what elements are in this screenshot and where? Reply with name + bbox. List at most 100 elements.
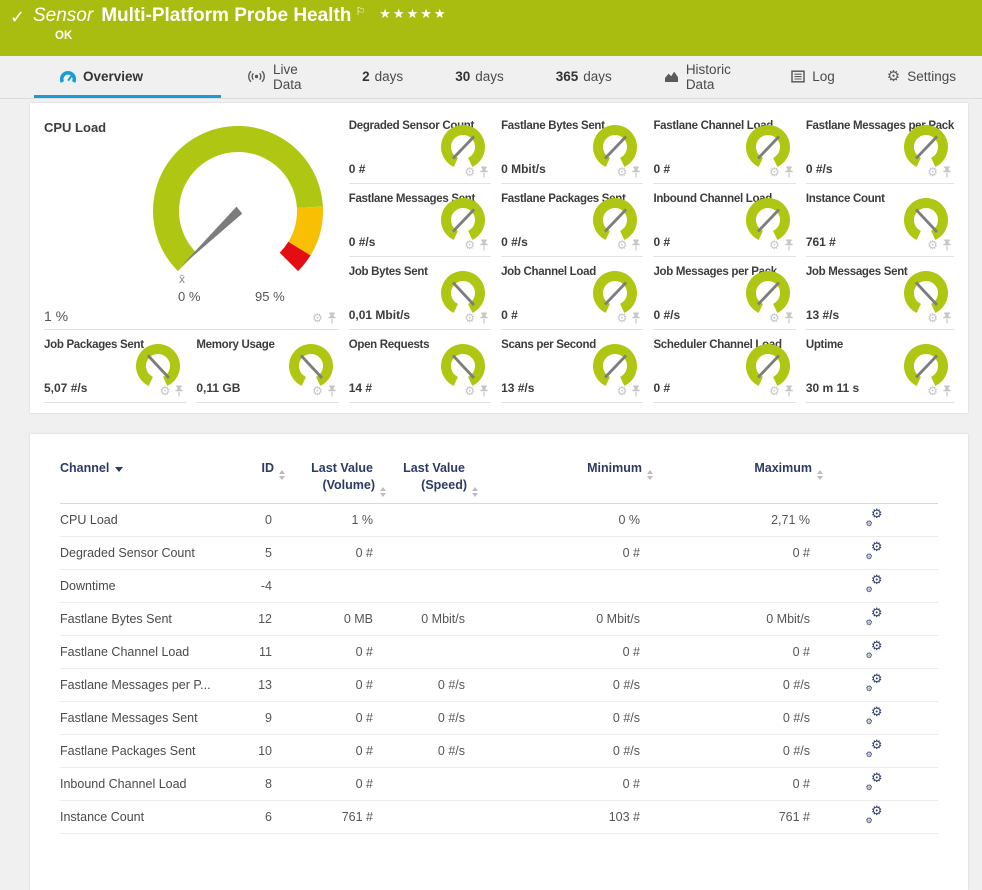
tile-pin-icon[interactable] <box>327 385 337 397</box>
tile-pin-icon[interactable] <box>942 239 952 251</box>
sort-toggle-icon[interactable] <box>380 487 386 497</box>
channel-id: 13 <box>215 668 272 701</box>
tile-settings-icon[interactable]: ⚙ <box>769 312 780 324</box>
tab-settings[interactable]: ⚙Settings <box>861 56 982 98</box>
tile-pin-icon[interactable] <box>784 239 794 251</box>
edit-channel-icon[interactable]: ⚙⚙ <box>866 577 883 592</box>
edit-channel-icon[interactable]: ⚙⚙ <box>866 610 883 625</box>
gauge-icon <box>60 70 76 83</box>
tile-pin-icon[interactable] <box>479 312 489 324</box>
edit-channel-icon[interactable]: ⚙⚙ <box>866 643 883 658</box>
tile-settings-icon[interactable]: ⚙ <box>464 385 475 397</box>
edit-channel-icon[interactable]: ⚙⚙ <box>866 511 883 526</box>
gauge-threshold-label: 95 % <box>255 289 285 304</box>
gauge-min-label: 0 % <box>178 289 200 304</box>
channel-name: Fastlane Channel Load <box>60 635 215 668</box>
gauge-tile-fastlane-bytes-sent: Fastlane Bytes Sent0 Mbit/s⚙ <box>501 111 643 184</box>
tab-2-days[interactable]: 2days <box>336 56 429 98</box>
tile-settings-icon[interactable]: ⚙ <box>769 239 780 251</box>
tab-30-days[interactable]: 30days <box>429 56 530 98</box>
tile-pin-icon[interactable] <box>479 385 489 397</box>
tile-settings-icon[interactable]: ⚙ <box>160 385 171 397</box>
tile-pin-icon[interactable] <box>479 239 489 251</box>
tile-settings-icon[interactable]: ⚙ <box>617 385 628 397</box>
tile-value: 0,01 Mbit/s <box>349 308 410 322</box>
column-header-speed[interactable]: Last Value(Speed) <box>373 440 465 503</box>
tile-pin-icon[interactable] <box>784 385 794 397</box>
edit-channel-icon[interactable]: ⚙⚙ <box>866 709 883 724</box>
edit-channel-icon[interactable]: ⚙⚙ <box>866 676 883 691</box>
tile-value: 0 #/s <box>349 235 376 249</box>
sort-toggle-icon[interactable] <box>279 470 285 480</box>
gauge-tile-scheduler-channel-load: Scheduler Channel Load0 #⚙ <box>653 330 795 403</box>
channel-id: 9 <box>215 701 272 734</box>
tile-settings-icon[interactable]: ⚙ <box>617 239 628 251</box>
maximum-value: 761 # <box>640 800 810 833</box>
tile-pin-icon[interactable] <box>631 312 641 324</box>
tile-settings-icon[interactable]: ⚙ <box>927 166 938 178</box>
minimum-value: 0 Mbit/s <box>465 602 640 635</box>
edit-channel-icon[interactable]: ⚙⚙ <box>866 775 883 790</box>
tile-settings-icon[interactable]: ⚙ <box>927 312 938 324</box>
last-value-volume: 1 % <box>272 503 373 536</box>
tile-settings-icon[interactable]: ⚙ <box>769 166 780 178</box>
tile-value: 0 # <box>653 235 670 249</box>
last-value-speed <box>373 635 465 668</box>
column-header-channel[interactable]: Channel <box>60 440 215 503</box>
column-header-id[interactable]: ID <box>215 440 272 503</box>
tile-pin-icon[interactable] <box>479 166 489 178</box>
tile-settings-icon[interactable]: ⚙ <box>927 385 938 397</box>
tile-value: 13 #/s <box>806 308 839 322</box>
sort-toggle-icon[interactable] <box>817 470 823 480</box>
column-header-max[interactable]: Maximum <box>640 440 810 503</box>
tab-365-days[interactable]: 365days <box>530 56 638 98</box>
channel-name: Instance Count <box>60 800 215 833</box>
tile-pin-icon[interactable] <box>784 166 794 178</box>
tile-pin-icon[interactable] <box>174 385 184 397</box>
sort-toggle-icon[interactable] <box>647 470 653 480</box>
last-value-volume <box>272 569 373 602</box>
tile-pin-icon[interactable] <box>942 312 952 324</box>
sort-toggle-icon[interactable] <box>472 487 478 497</box>
channel-name: Degraded Sensor Count <box>60 536 215 569</box>
tile-settings-icon[interactable]: ⚙ <box>927 239 938 251</box>
gauge-tile-job-packages-sent: Job Packages Sent5,07 #/s⚙ <box>44 330 186 403</box>
column-header-min[interactable]: Minimum <box>465 440 640 503</box>
tile-settings-icon[interactable]: ⚙ <box>464 239 475 251</box>
tile-value: 0 Mbit/s <box>501 162 546 176</box>
tile-pin-icon[interactable] <box>327 312 337 324</box>
tile-settings-icon[interactable]: ⚙ <box>769 385 780 397</box>
tile-settings-icon[interactable]: ⚙ <box>464 312 475 324</box>
gauge-red-arc <box>289 249 300 262</box>
tile-settings-icon[interactable]: ⚙ <box>464 166 475 178</box>
tile-settings-icon[interactable]: ⚙ <box>312 312 323 324</box>
tile-pin-icon[interactable] <box>631 166 641 178</box>
tile-pin-icon[interactable] <box>631 239 641 251</box>
tile-settings-icon[interactable]: ⚙ <box>617 312 628 324</box>
tab-log[interactable]: Log <box>765 56 861 98</box>
tile-pin-icon[interactable] <box>942 166 952 178</box>
maximum-value: 0 # <box>640 635 810 668</box>
edit-channel-icon[interactable]: ⚙⚙ <box>866 544 883 559</box>
tile-settings-icon[interactable]: ⚙ <box>312 385 323 397</box>
flag-icon[interactable]: ⚐ <box>355 5 365 18</box>
tab-overview[interactable]: Overview <box>34 56 221 98</box>
edit-channel-icon[interactable]: ⚙⚙ <box>866 808 883 823</box>
tile-value: 0,11 GB <box>196 381 240 395</box>
priority-stars-icon[interactable]: ★★★★★ <box>379 7 447 22</box>
mini-gauge <box>591 268 639 316</box>
tile-pin-icon[interactable] <box>631 385 641 397</box>
edit-channel-icon[interactable]: ⚙⚙ <box>866 742 883 757</box>
column-header-vol[interactable]: Last Value(Volume) <box>272 440 373 503</box>
tile-pin-icon[interactable] <box>942 385 952 397</box>
minimum-value: 103 # <box>465 800 640 833</box>
tile-value: 0 #/s <box>501 235 528 249</box>
tile-settings-icon[interactable]: ⚙ <box>617 166 628 178</box>
average-marker: x̄ <box>179 272 185 286</box>
gauge-tile-uptime: Uptime30 m 11 s⚙ <box>806 330 954 403</box>
mini-gauge <box>591 341 639 389</box>
tab-live-data[interactable]: Live Data <box>221 56 336 98</box>
tile-pin-icon[interactable] <box>784 312 794 324</box>
minimum-value: 0 # <box>465 536 640 569</box>
tab-historic-data[interactable]: Historic Data <box>638 56 765 98</box>
